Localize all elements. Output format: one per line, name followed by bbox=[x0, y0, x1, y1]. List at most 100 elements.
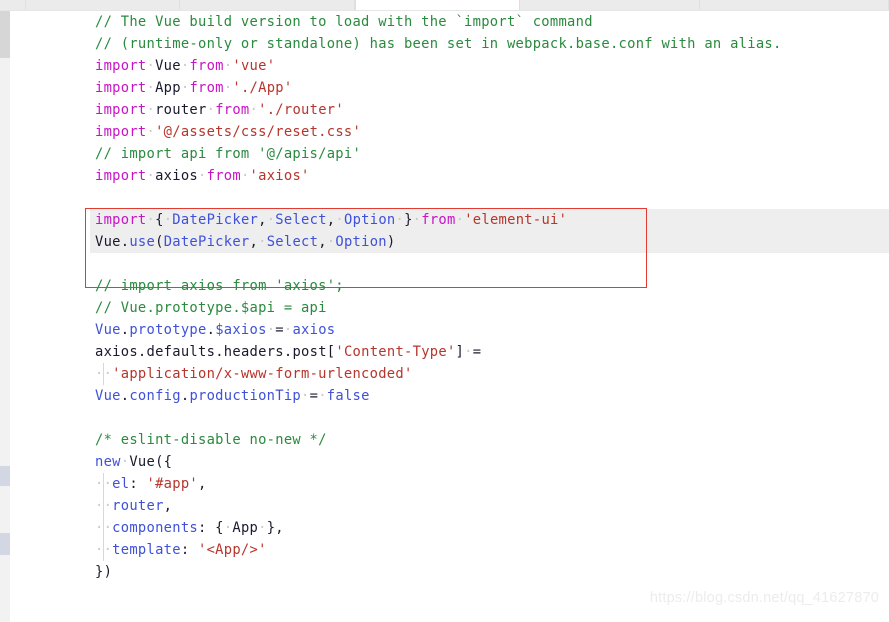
code-token: · bbox=[258, 234, 267, 250]
code-token: : bbox=[180, 542, 199, 558]
code-line[interactable]: 17··'application/x-www-form-urlencoded' bbox=[0, 363, 889, 385]
code-line[interactable]: 16axios.defaults.headers.post['Content-T… bbox=[0, 341, 889, 363]
code-token: , bbox=[198, 476, 207, 492]
code-token: · bbox=[266, 322, 276, 338]
vertical-scrollbar-thumb[interactable] bbox=[0, 11, 10, 58]
code-token: Vue bbox=[155, 58, 181, 74]
code-line[interactable]: 18Vue.config.productionTip·=·false bbox=[0, 385, 889, 407]
code-line[interactable]: 24··components: {·App·}, bbox=[0, 517, 889, 539]
code-token: router bbox=[155, 102, 207, 118]
code-token: · bbox=[198, 168, 207, 184]
gutter-marker[interactable] bbox=[0, 533, 10, 555]
code-token: · bbox=[146, 80, 156, 96]
code-line-text: new·Vue({ bbox=[95, 451, 172, 473]
left-marker-stripe[interactable] bbox=[0, 11, 10, 622]
code-line[interactable]: 13// import axios from 'axios'; bbox=[0, 275, 889, 297]
code-token: '@/assets/css/reset.css' bbox=[155, 124, 362, 140]
code-token: DatePicker bbox=[172, 212, 259, 228]
code-token: // import axios from 'axios'; bbox=[95, 278, 344, 294]
code-line-text: axios.defaults.headers.post['Content-Typ… bbox=[95, 341, 481, 363]
code-line[interactable]: 10import·{·DatePicker,·Select,·Option·}·… bbox=[0, 209, 889, 231]
code-line[interactable]: 3import·Vue·from·'vue' bbox=[0, 55, 889, 77]
editor-code-area[interactable]: 1// The Vue build version to load with t… bbox=[0, 11, 889, 622]
code-token: : bbox=[198, 520, 216, 536]
code-token: · bbox=[146, 124, 156, 140]
code-token: from bbox=[215, 102, 250, 118]
code-token: axios bbox=[95, 344, 138, 360]
code-token: false bbox=[326, 388, 370, 404]
code-token: { bbox=[155, 212, 164, 228]
code-line-text: import·router·from·'./router' bbox=[95, 99, 344, 121]
code-token: 'element-ui' bbox=[464, 212, 568, 228]
code-token: productionTip bbox=[189, 388, 302, 404]
indent-guide bbox=[103, 363, 104, 385]
code-token: · bbox=[146, 102, 156, 118]
code-token: · bbox=[464, 344, 473, 360]
code-line-text: // The Vue build version to load with th… bbox=[95, 11, 593, 33]
code-token: . bbox=[206, 322, 216, 338]
code-line-text: // import axios from 'axios'; bbox=[95, 275, 344, 297]
code-token: 'axios' bbox=[249, 168, 310, 184]
indent-guide bbox=[103, 473, 104, 495]
code-token: import bbox=[95, 212, 147, 228]
code-line[interactable]: 1// The Vue build version to load with t… bbox=[0, 11, 889, 33]
code-token: 'application/x-www-form-urlencoded' bbox=[112, 366, 413, 382]
code-token: } bbox=[266, 520, 276, 536]
code-line[interactable]: 8import·axios·from·'axios' bbox=[0, 165, 889, 187]
code-line[interactable]: 20/* eslint-disable no-new */ bbox=[0, 429, 889, 451]
code-line[interactable]: 6import·'@/assets/css/reset.css' bbox=[0, 121, 889, 143]
code-token: { bbox=[215, 520, 224, 536]
code-token: · bbox=[412, 212, 422, 228]
code-token: $axios bbox=[215, 322, 267, 338]
code-line-text: import·App·from·'./App' bbox=[95, 77, 292, 99]
code-line[interactable]: 5import·router·from·'./router' bbox=[0, 99, 889, 121]
code-line[interactable]: 12 bbox=[0, 253, 889, 275]
code-token: Option bbox=[335, 234, 387, 250]
code-token: // The Vue build version to load with th… bbox=[95, 14, 593, 30]
code-token: · bbox=[163, 212, 173, 228]
gutter-marker[interactable] bbox=[0, 466, 10, 486]
code-line[interactable]: 7// import api from '@/apis/api' bbox=[0, 143, 889, 165]
code-token: router bbox=[112, 498, 164, 514]
code-token: Vue bbox=[95, 388, 121, 404]
code-token: , bbox=[258, 212, 267, 228]
code-line[interactable]: 23··router, bbox=[0, 495, 889, 517]
code-line[interactable]: 15Vue.prototype.$axios·=·axios bbox=[0, 319, 889, 341]
code-token: · bbox=[335, 212, 344, 228]
code-token: ( bbox=[155, 234, 164, 250]
code-token: } bbox=[404, 212, 413, 228]
code-token: · bbox=[258, 520, 267, 536]
code-line[interactable]: 2// (runtime-only or standalone) has bee… bbox=[0, 33, 889, 55]
code-token: Vue bbox=[95, 234, 121, 250]
code-token: import bbox=[95, 58, 147, 74]
code-line[interactable]: 19 bbox=[0, 407, 889, 429]
code-line[interactable]: 21new·Vue({ bbox=[0, 451, 889, 473]
code-line[interactable]: 14// Vue.prototype.$api = api bbox=[0, 297, 889, 319]
code-token: · bbox=[240, 168, 250, 184]
code-token: from bbox=[189, 80, 224, 96]
code-token: , bbox=[318, 234, 327, 250]
code-line-text: }) bbox=[95, 561, 112, 583]
code-token: DatePicker bbox=[163, 234, 250, 250]
code-line[interactable]: 4import·App·from·'./App' bbox=[0, 77, 889, 99]
code-token: Option bbox=[343, 212, 396, 228]
code-token: Select bbox=[275, 212, 327, 228]
code-line[interactable]: 25··template: '<App/>' bbox=[0, 539, 889, 561]
code-token: from bbox=[421, 212, 456, 228]
code-line-text: import·Vue·from·'vue' bbox=[95, 55, 275, 77]
tab-strip-underline bbox=[0, 10, 889, 11]
code-token: . bbox=[215, 344, 224, 360]
code-token: // (runtime-only or standalone) has been… bbox=[95, 36, 782, 52]
code-token: . bbox=[137, 344, 147, 360]
code-token: Vue bbox=[129, 454, 156, 470]
code-token: · bbox=[266, 212, 276, 228]
code-line[interactable]: 26}) bbox=[0, 561, 889, 583]
code-token: '#app' bbox=[146, 476, 199, 492]
code-line-text: // (runtime-only or standalone) has been… bbox=[95, 33, 782, 55]
code-editor-window: 1// The Vue build version to load with t… bbox=[0, 0, 889, 622]
code-token: components bbox=[112, 520, 198, 536]
code-line[interactable]: 9 bbox=[0, 187, 889, 209]
code-line[interactable]: 22··el: '#app', bbox=[0, 473, 889, 495]
indent-guide bbox=[103, 539, 104, 561]
code-line[interactable]: 11Vue.use(DatePicker,·Select,·Option) bbox=[0, 231, 889, 253]
